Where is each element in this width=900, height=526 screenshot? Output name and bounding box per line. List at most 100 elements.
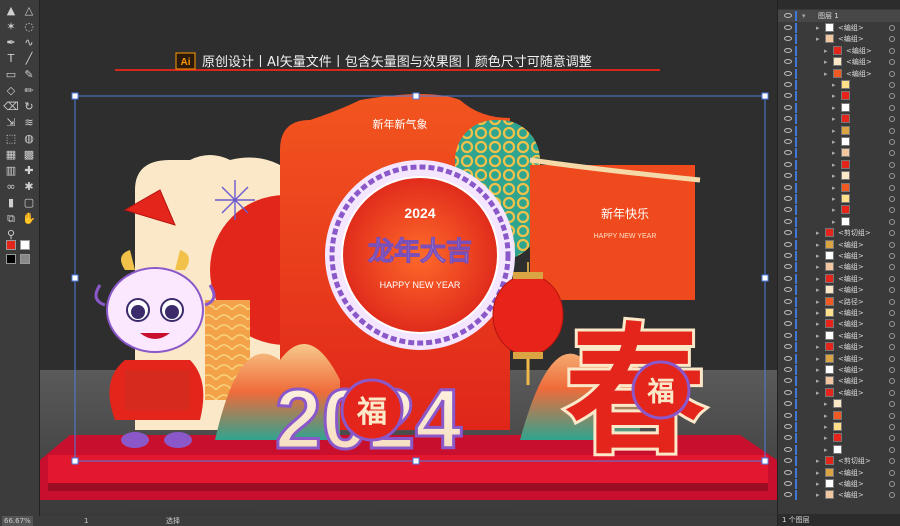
layer-item[interactable]: ▸ — [778, 136, 900, 148]
target-icon[interactable] — [889, 264, 895, 271]
chevron-right-icon[interactable]: ▸ — [816, 330, 820, 342]
layer-item[interactable]: ▸ — [778, 159, 900, 171]
color-swatch-2[interactable] — [6, 254, 16, 264]
layer-item[interactable]: ▸ <编组> — [778, 22, 900, 34]
curvature-tool-icon[interactable]: ∿ — [21, 36, 37, 50]
eye-icon[interactable] — [784, 36, 792, 42]
chevron-right-icon[interactable]: ▸ — [832, 102, 836, 114]
eye-icon[interactable] — [784, 367, 792, 372]
target-icon[interactable] — [889, 469, 895, 476]
layer-item[interactable]: ▸ <编组> — [778, 364, 900, 376]
chevron-right-icon[interactable]: ▸ — [824, 398, 828, 410]
layer-item[interactable]: ▸ — [778, 170, 900, 182]
layer-item[interactable]: ▸ <编组> — [778, 375, 900, 387]
color-swatch-0[interactable] — [6, 240, 16, 250]
layer-item[interactable]: ▸ <编组> — [778, 273, 900, 285]
target-icon[interactable] — [889, 424, 895, 430]
chevron-right-icon[interactable]: ▸ — [816, 364, 820, 376]
pencil-tool-icon[interactable]: ✏ — [21, 84, 37, 98]
layer-item[interactable]: ▸ <编组> — [778, 307, 900, 319]
layer-item[interactable]: ▸ <编组> — [778, 45, 900, 57]
target-icon[interactable] — [889, 481, 895, 487]
free-transform-tool-icon[interactable]: ⬚ — [3, 132, 19, 146]
layer-item[interactable]: ▸ <编组> — [778, 261, 900, 273]
chevron-right-icon[interactable]: ▸ — [816, 387, 820, 399]
target-icon[interactable] — [889, 36, 895, 43]
target-icon[interactable] — [889, 435, 895, 442]
eyedropper-tool-icon[interactable]: ✚ — [21, 164, 37, 178]
document-canvas[interactable]: Ai 原创设计丨AI矢量文件丨包含矢量图与效果图丨颜色尺寸可随意调整 新年快乐 … — [40, 0, 777, 516]
eye-icon[interactable] — [784, 458, 792, 464]
target-icon[interactable] — [889, 184, 895, 191]
target-icon[interactable] — [889, 218, 895, 225]
eye-icon[interactable] — [784, 82, 792, 87]
layer-item[interactable]: ▸ <编组> — [778, 353, 900, 365]
chevron-right-icon[interactable]: ▸ — [832, 216, 836, 228]
eye-icon[interactable] — [784, 275, 792, 281]
zoom-field[interactable]: 66.67% — [2, 516, 33, 526]
shape-builder-tool-icon[interactable]: ◍ — [21, 132, 37, 146]
eye-icon[interactable] — [784, 25, 792, 30]
target-icon[interactable] — [889, 207, 895, 214]
eye-icon[interactable] — [784, 298, 792, 304]
width-tool-icon[interactable]: ≋ — [21, 116, 37, 130]
chevron-right-icon[interactable]: ▸ — [816, 318, 820, 330]
eye-icon[interactable] — [784, 332, 792, 338]
chevron-down-icon[interactable]: ▾ — [802, 10, 806, 22]
layer-item[interactable]: ▸ — [778, 90, 900, 102]
target-icon[interactable] — [889, 230, 895, 237]
layer-item[interactable]: ▸ <编组> — [778, 68, 900, 80]
rotate-tool-icon[interactable]: ↻ — [21, 100, 37, 114]
chevron-right-icon[interactable]: ▸ — [824, 444, 828, 456]
chevron-right-icon[interactable]: ▸ — [816, 455, 820, 467]
type-tool-icon[interactable]: T — [3, 52, 19, 66]
eye-icon[interactable] — [784, 70, 792, 76]
layer-item[interactable]: ▸ <编组> — [778, 56, 900, 68]
layer-item[interactable]: ▸ <编组> — [778, 284, 900, 296]
eye-icon[interactable] — [784, 287, 792, 293]
perspective-tool-icon[interactable]: ▦ — [3, 148, 19, 162]
eye-icon[interactable] — [784, 127, 792, 133]
layer-item[interactable]: ▸ — [778, 410, 900, 422]
chevron-right-icon[interactable]: ▸ — [824, 56, 828, 68]
layer-item[interactable]: ▸ <编组> — [778, 489, 900, 501]
chevron-right-icon[interactable]: ▸ — [824, 45, 828, 57]
layer-item[interactable]: ▸ <编组> — [778, 478, 900, 490]
eraser-tool-icon[interactable]: ⌫ — [3, 100, 19, 114]
layer-item[interactable]: ▸ — [778, 444, 900, 456]
chevron-right-icon[interactable]: ▸ — [816, 22, 820, 34]
target-icon[interactable] — [889, 321, 895, 328]
eye-icon[interactable] — [784, 310, 792, 315]
eye-icon[interactable] — [784, 412, 792, 418]
eye-icon[interactable] — [784, 150, 792, 156]
eye-icon[interactable] — [784, 116, 792, 122]
layer-item[interactable]: ▸ — [778, 216, 900, 228]
chevron-right-icon[interactable]: ▸ — [816, 239, 820, 251]
column-graph-tool-icon[interactable]: ▮ — [3, 196, 19, 210]
eye-icon[interactable] — [784, 344, 792, 350]
eye-icon[interactable] — [784, 230, 792, 236]
magic-wand-tool-icon[interactable]: ✶ — [3, 20, 19, 34]
target-icon[interactable] — [889, 116, 895, 123]
paintbrush-tool-icon[interactable]: ✎ — [21, 68, 37, 82]
artboard-tool-icon[interactable]: ▢ — [21, 196, 37, 210]
layer-item[interactable]: ▸ <编组> — [778, 318, 900, 330]
target-icon[interactable] — [889, 298, 895, 305]
target-icon[interactable] — [889, 47, 895, 54]
target-icon[interactable] — [889, 139, 895, 145]
eye-icon[interactable] — [784, 481, 792, 486]
target-icon[interactable] — [889, 367, 895, 373]
layer-item[interactable]: ▸ <剪切组> — [778, 455, 900, 467]
eye-icon[interactable] — [784, 378, 792, 384]
selection-tool-icon[interactable]: ▲ — [3, 4, 19, 18]
layer-item[interactable]: ▸ — [778, 125, 900, 137]
layer-item[interactable]: ▸ — [778, 193, 900, 205]
chevron-right-icon[interactable]: ▸ — [816, 261, 820, 273]
target-icon[interactable] — [889, 93, 895, 100]
eye-icon[interactable] — [784, 253, 792, 258]
chevron-right-icon[interactable]: ▸ — [816, 296, 820, 308]
eye-icon[interactable] — [784, 389, 792, 395]
layer-item[interactable]: ▸ — [778, 113, 900, 125]
eye-icon[interactable] — [784, 59, 792, 65]
target-icon[interactable] — [889, 127, 895, 134]
